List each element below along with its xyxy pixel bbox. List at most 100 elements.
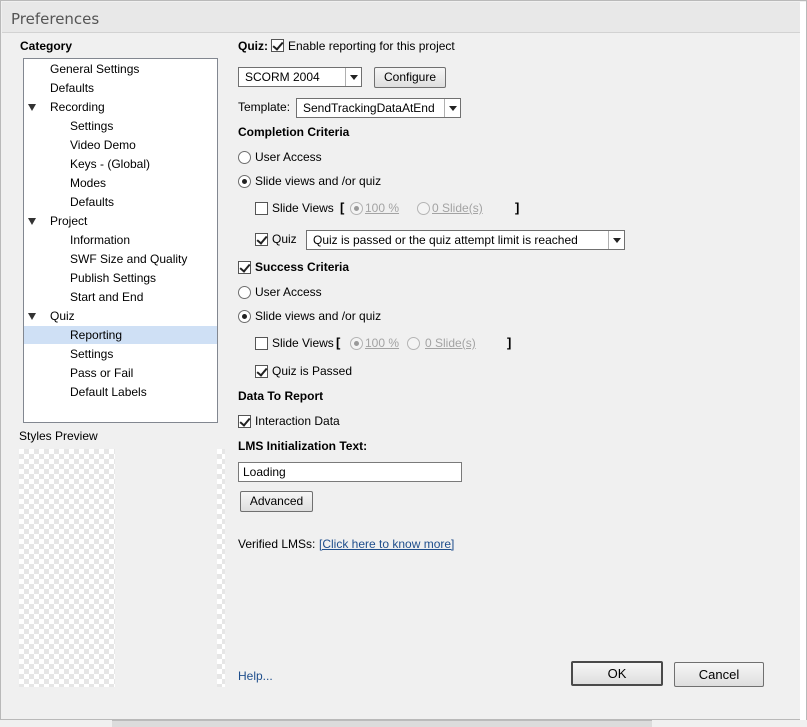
completion-slides-label: 0 Slide(s) [432, 201, 483, 215]
completion-user-access-radio[interactable] [238, 151, 251, 164]
completion-slide-views-label: Slide Views [272, 201, 334, 215]
sidebar-item-label: Settings [70, 347, 114, 361]
sidebar-item-quiz[interactable]: Quiz [24, 307, 217, 325]
completion-slide-views-quiz-radio[interactable] [238, 175, 251, 188]
sidebar-item-recording[interactable]: Recording [24, 98, 217, 116]
sidebar-item-label: Information [70, 233, 131, 247]
completion-percent-radio[interactable] [350, 202, 363, 215]
completion-percent-label: 100 % [365, 201, 400, 215]
styles-preview-edge [217, 449, 225, 687]
success-criteria-checkbox[interactable] [238, 261, 251, 274]
completion-quiz-value: Quiz is passed or the quiz attempt limit… [313, 233, 578, 247]
success-slide-views-checkbox[interactable] [255, 337, 268, 350]
category-tree[interactable]: General Settings Defaults Recording Setting… [23, 58, 218, 423]
template-label: Template: [238, 100, 291, 114]
success-bracket-open: [ [336, 335, 341, 350]
completion-quiz-label: Quiz [272, 232, 297, 246]
success-slide-views-label: Slide Views [272, 336, 334, 350]
completion-slides-radio[interactable] [417, 202, 430, 215]
sidebar-item-label: Start and End [70, 290, 144, 304]
verified-lms-label: Verified LMSs: [238, 537, 316, 551]
advanced-button[interactable]: Advanced [240, 491, 313, 512]
completion-user-access-label: User Access [255, 150, 322, 164]
sidebar-item-label: Reporting [70, 328, 123, 342]
sidebar-item-video-demo[interactable]: Video Demo [24, 136, 217, 154]
lms-init-text-input[interactable]: Loading [238, 462, 462, 482]
sidebar-item-label: Modes [70, 176, 107, 190]
quiz-is-passed-checkbox[interactable] [255, 365, 268, 378]
success-slide-views-quiz-radio[interactable] [238, 310, 251, 323]
sidebar-item-reporting[interactable]: Reporting [24, 326, 217, 344]
sidebar-item-settings[interactable]: Settings [24, 345, 217, 363]
completion-quiz-select[interactable]: Quiz is passed or the quiz attempt limit… [306, 230, 625, 250]
template-select[interactable]: SendTrackingDataAtEnd [296, 98, 461, 118]
completion-slide-views-quiz-label: Slide views and /or quiz [255, 174, 382, 188]
sidebar-item-label: Video Demo [70, 138, 136, 152]
success-slide-views-quiz-label: Slide views and /or quiz [255, 309, 382, 323]
bottom-edge [112, 720, 652, 727]
cancel-button[interactable]: Cancel [674, 662, 764, 687]
chevron-down-icon [444, 99, 460, 117]
sidebar-item-label: Project [50, 214, 88, 228]
sidebar-item-settings[interactable]: Settings [24, 117, 217, 135]
styles-preview-canvas [19, 449, 115, 687]
completion-slide-views-checkbox[interactable] [255, 202, 268, 215]
sidebar-item-general-settings[interactable]: General Settings [24, 60, 217, 78]
styles-preview-label: Styles Preview [19, 429, 98, 443]
lms-standard-value: SCORM 2004 [245, 70, 320, 84]
expand-triangle-icon[interactable] [28, 218, 36, 225]
sidebar-item-label: Settings [70, 119, 114, 133]
success-criteria-heading: Success Criteria [255, 260, 350, 274]
completion-quiz-checkbox[interactable] [255, 233, 268, 246]
sidebar-item-swf-size-and-quality[interactable]: SWF Size and Quality [24, 250, 217, 268]
sidebar-item-pass-or-fail[interactable]: Pass or Fail [24, 364, 217, 382]
quiz-is-passed-label: Quiz is Passed [272, 364, 353, 378]
window-edge [800, 2, 806, 720]
template-value: SendTrackingDataAtEnd [303, 101, 435, 115]
expand-triangle-icon[interactable] [28, 313, 36, 320]
sidebar-item-defaults[interactable]: Defaults [24, 193, 217, 211]
sidebar-item-label: Defaults [70, 195, 115, 209]
sidebar-item-publish-settings[interactable]: Publish Settings [24, 269, 217, 287]
category-heading: Category [20, 39, 73, 53]
data-to-report-heading: Data To Report [238, 389, 324, 403]
success-user-access-label: User Access [255, 285, 322, 299]
lms-standard-select[interactable]: SCORM 2004 [238, 67, 362, 87]
success-bracket-close: ] [507, 335, 512, 350]
success-percent-radio[interactable] [350, 337, 363, 350]
success-slides-label: 0 Slide(s) [425, 336, 476, 350]
expand-triangle-icon[interactable] [28, 104, 36, 111]
sidebar-item-label: Recording [50, 100, 105, 114]
success-slides-radio[interactable] [407, 337, 420, 350]
sidebar-item-label: Defaults [50, 81, 95, 95]
sidebar-item-keys-global[interactable]: Keys - (Global) [24, 155, 217, 173]
configure-button[interactable]: Configure [374, 67, 446, 88]
enable-reporting-checkbox[interactable] [271, 39, 284, 52]
completion-criteria-heading: Completion Criteria [238, 125, 350, 139]
sidebar-item-label: General Settings [50, 62, 140, 76]
success-user-access-radio[interactable] [238, 286, 251, 299]
chevron-down-icon [608, 231, 624, 249]
help-link[interactable]: Help... [238, 669, 273, 683]
chevron-down-icon [345, 68, 361, 86]
verified-lms-link[interactable]: [Click here to know more] [319, 537, 454, 551]
interaction-data-label: Interaction Data [255, 414, 340, 428]
lms-init-heading: LMS Initialization Text: [238, 439, 368, 453]
sidebar-item-modes[interactable]: Modes [24, 174, 217, 192]
sidebar-item-label: Quiz [50, 309, 75, 323]
title-bar[interactable]: Preferences [2, 2, 800, 33]
sidebar-item-label: Default Labels [70, 385, 147, 399]
success-percent-label: 100 % [365, 336, 400, 350]
sidebar-item-default-labels[interactable]: Default Labels [24, 383, 217, 401]
sidebar-item-label: Pass or Fail [70, 366, 134, 380]
sidebar-item-defaults[interactable]: Defaults [24, 79, 217, 97]
sidebar-item-project[interactable]: Project [24, 212, 217, 230]
sidebar-item-information[interactable]: Information [24, 231, 217, 249]
interaction-data-checkbox[interactable] [238, 415, 251, 428]
enable-reporting-label: Enable reporting for this project [288, 39, 455, 53]
quiz-label: Quiz: [238, 39, 268, 53]
completion-bracket-open: [ [340, 200, 345, 215]
ok-button[interactable]: OK [571, 661, 663, 686]
completion-bracket-close: ] [515, 200, 520, 215]
sidebar-item-start-and-end[interactable]: Start and End [24, 288, 217, 306]
